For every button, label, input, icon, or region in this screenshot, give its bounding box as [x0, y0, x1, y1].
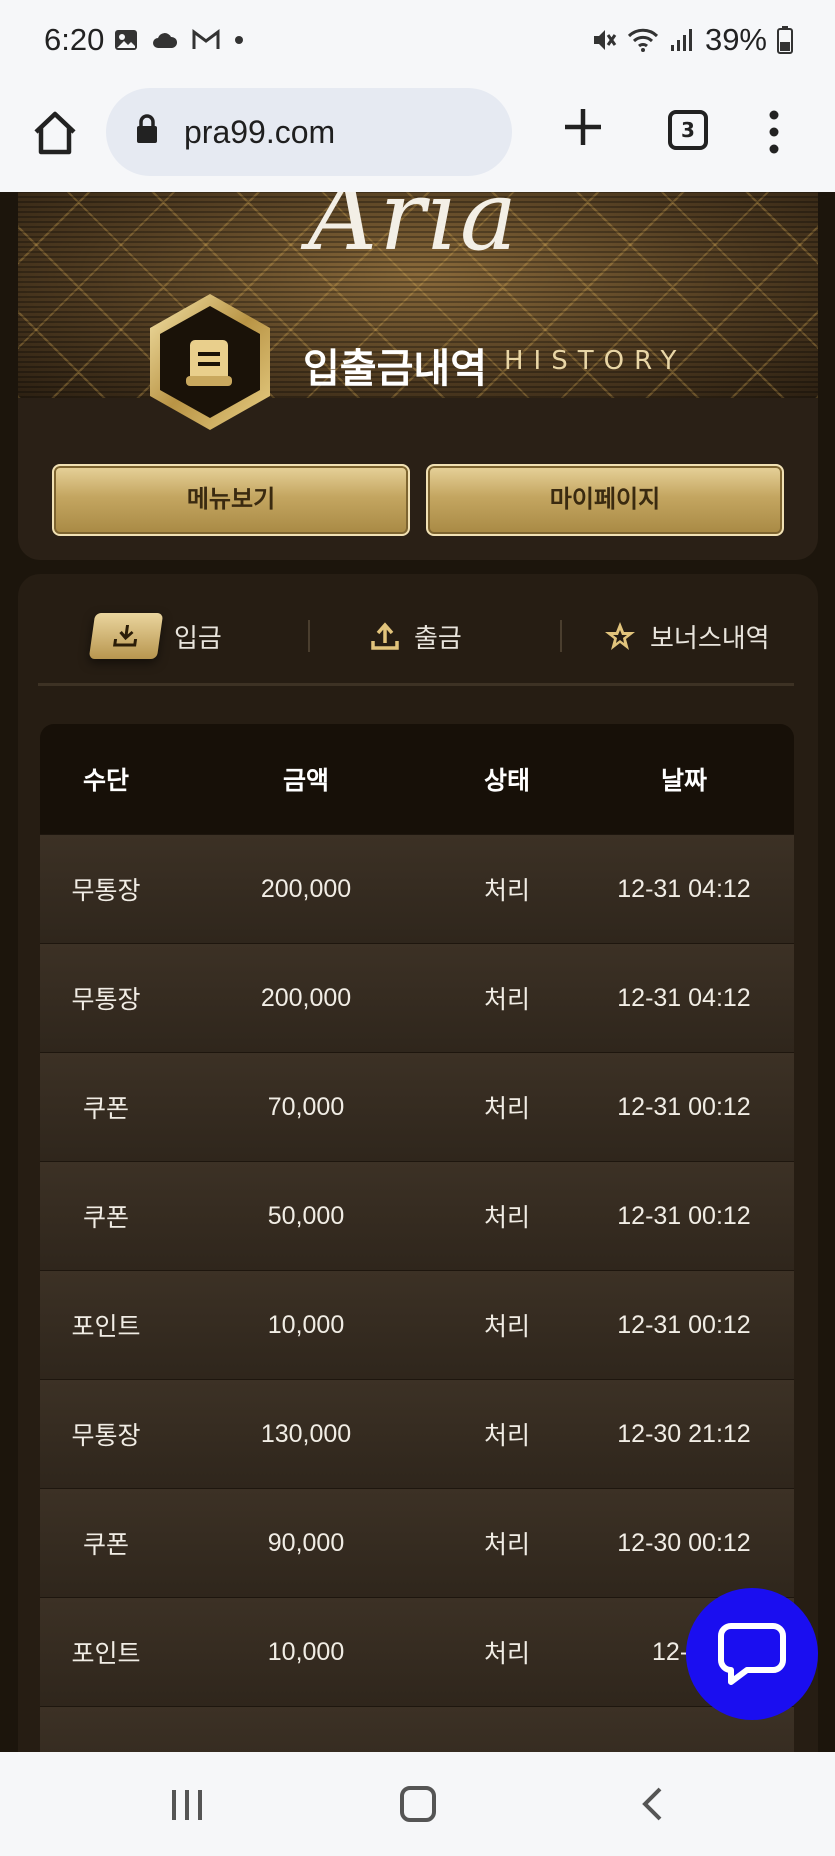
cell-amount: 130,000	[260, 1419, 352, 1448]
signal-icon	[670, 29, 692, 51]
site-logo: Aria	[308, 192, 520, 272]
table-row: 쿠폰 70,000 처리 12-31 00:12	[40, 1052, 794, 1161]
header-date: 날짜	[660, 766, 707, 795]
page-subtitle: HISTORY	[504, 346, 687, 376]
table-row: 무통장 200,000 처리 12-31 04:12	[40, 943, 794, 1052]
image-icon	[115, 30, 137, 50]
cell-method: 포인트	[71, 1313, 141, 1341]
header-method: 수단	[82, 766, 129, 795]
lock-icon	[137, 114, 157, 143]
header-amount: 금액	[282, 766, 329, 795]
cell-status: 처리	[483, 1095, 530, 1123]
cell-method: 쿠폰	[82, 1095, 129, 1123]
address-bar[interactable]: pra99.com	[106, 88, 512, 176]
tab-deposit[interactable]: 입금	[88, 610, 222, 662]
chat-button[interactable]	[686, 1588, 818, 1720]
history-table: 수단 금액 상태 날짜 무통장 200,000 처리 12-31 04:12 무…	[40, 724, 794, 1752]
page-title: 입출금내역	[303, 346, 487, 392]
table-row: 쿠폰 90,000 처리 12-30 00:12	[40, 1488, 794, 1597]
cell-date: 12-31 04:12	[617, 874, 751, 903]
more-options-icon[interactable]	[768, 110, 780, 154]
battery-percent: 39%	[704, 22, 767, 57]
recent-apps-icon[interactable]	[170, 1788, 204, 1822]
browser-toolbar: pra99.com 3	[0, 82, 835, 192]
tab-divider	[308, 620, 310, 652]
system-nav-bar	[0, 1752, 835, 1856]
cell-status: 처리	[483, 877, 530, 905]
table-row: 쿠폰 50,000 처리 12-31 00:12	[40, 1161, 794, 1270]
cell-date: 12-31 04:12	[617, 983, 751, 1012]
cell-amount: 90,000	[267, 1528, 345, 1557]
download-icon	[88, 613, 164, 659]
cell-status: 처리	[483, 1531, 530, 1559]
table-row	[40, 1706, 794, 1752]
new-tab-icon[interactable]	[562, 106, 604, 148]
cell-amount: 200,000	[260, 983, 352, 1012]
hero-section: Aria 입출금내역 HISTORY 메뉴보기 마이페이지	[18, 192, 818, 560]
status-bar: 6:20 39%	[0, 0, 835, 82]
cell-method: 쿠폰	[82, 1531, 129, 1559]
history-card: 입금 출금 보너스내역 수단 금액 상태 날짜 무통장 200,000 처리 1…	[18, 574, 818, 1752]
clock: 6:20	[44, 22, 105, 57]
mypage-button[interactable]: 마이페이지	[426, 464, 784, 536]
battery-icon	[777, 26, 793, 54]
nav-home-button[interactable]	[400, 1786, 436, 1822]
home-icon[interactable]	[30, 108, 80, 158]
dot-icon	[235, 36, 243, 44]
cell-amount: 200,000	[260, 874, 352, 903]
cell-amount: 70,000	[267, 1092, 345, 1121]
cell-status: 처리	[483, 1422, 530, 1450]
cell-date: 12-30 00:12	[617, 1528, 751, 1557]
cell-amount: 10,000	[267, 1310, 345, 1339]
tab-bonus[interactable]: 보너스내역	[604, 610, 770, 662]
cell-method: 포인트	[71, 1640, 141, 1668]
page-content: Aria 입출금내역 HISTORY 메뉴보기 마이페이지 입금 출금 보너스내…	[0, 192, 835, 1752]
mute-icon	[593, 30, 617, 50]
upload-icon	[371, 622, 399, 650]
cell-method: 무통장	[71, 986, 141, 1014]
header-status: 상태	[483, 766, 530, 795]
cell-method: 무통장	[71, 1422, 141, 1450]
cell-method: 무통장	[71, 877, 141, 905]
table-row: 무통장 130,000 처리 12-30 21:12	[40, 1379, 794, 1488]
cell-status: 처리	[483, 1640, 530, 1668]
chat-icon	[718, 1623, 786, 1685]
tab-withdraw-label: 출금	[414, 623, 462, 654]
tab-divider	[560, 620, 562, 652]
tab-switcher-button[interactable]: 3	[668, 110, 708, 150]
cell-method: 쿠폰	[82, 1204, 129, 1232]
gmail-icon	[192, 29, 220, 49]
table-row: 무통장 200,000 처리 12-31 04:12	[40, 834, 794, 943]
history-book-icon	[150, 294, 270, 430]
url-text: pra99.com	[184, 114, 336, 150]
cell-amount: 10,000	[267, 1637, 345, 1666]
cell-status: 처리	[483, 1204, 530, 1232]
cell-amount: 50,000	[267, 1201, 345, 1230]
cloud-icon	[153, 33, 178, 48]
table-row: 포인트 10,000 처리 12-31 00:12	[40, 1270, 794, 1379]
table-row: 포인트 10,000 처리 12-29	[40, 1597, 794, 1706]
cell-status: 처리	[483, 1313, 530, 1341]
cell-date: 12-31 00:12	[617, 1310, 751, 1339]
tab-withdraw[interactable]: 출금	[370, 610, 462, 662]
tab-bonus-label: 보너스내역	[650, 623, 770, 654]
back-icon[interactable]	[640, 1786, 664, 1822]
star-icon	[605, 622, 635, 650]
wifi-icon	[627, 28, 659, 52]
menu-button[interactable]: 메뉴보기	[52, 464, 410, 536]
cell-status: 처리	[483, 986, 530, 1014]
cell-date: 12-30 21:12	[617, 1419, 751, 1448]
history-tabs: 입금 출금 보너스내역	[38, 574, 794, 686]
table-header: 수단 금액 상태 날짜	[40, 724, 794, 834]
cell-date: 12-31 00:12	[617, 1092, 751, 1121]
cell-date: 12-31 00:12	[617, 1201, 751, 1230]
tab-deposit-label: 입금	[174, 623, 222, 654]
